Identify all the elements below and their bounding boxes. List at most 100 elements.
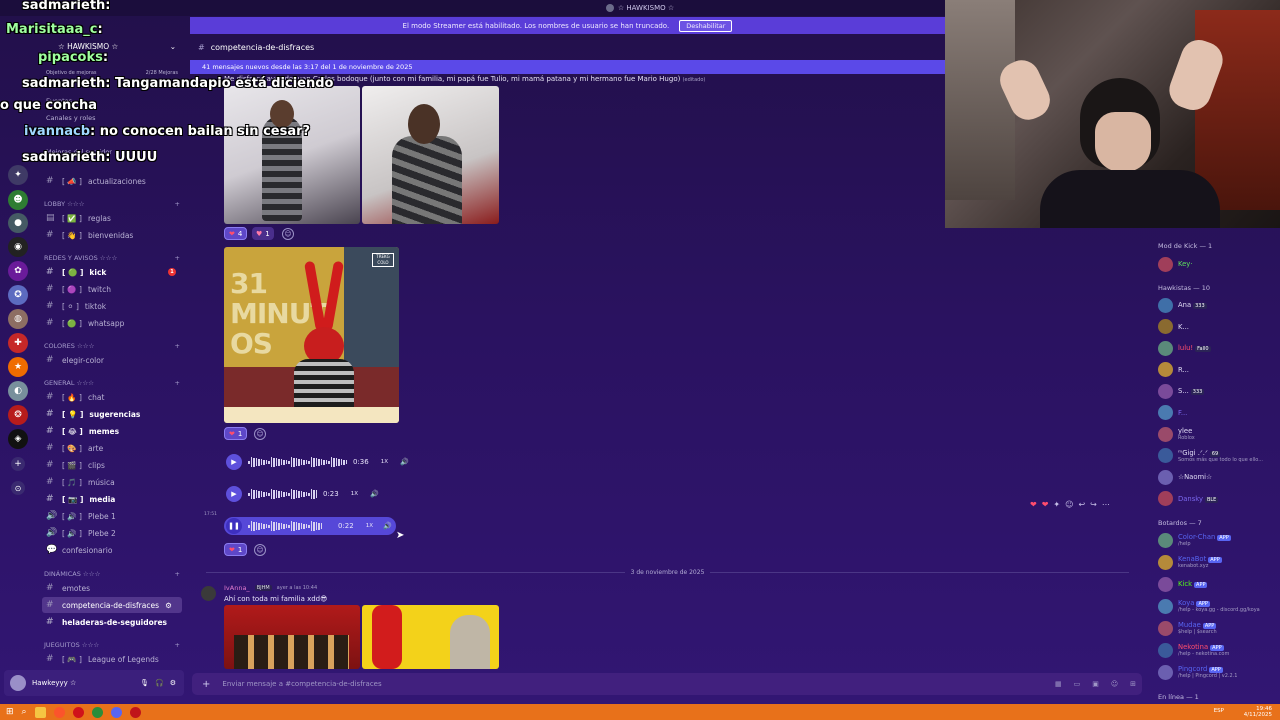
channel-actualizaciones[interactable]: # [ 📣 ] actualizaciones [42,173,182,189]
server-icon-12[interactable]: ◈ [8,429,28,449]
message-input[interactable]: Enviar mensaje a #competencia-de-disfrac… [222,680,381,688]
member-item[interactable]: K... [1158,318,1278,336]
channel-media[interactable]: # [ 📷 ] media [42,491,182,507]
channel-arte[interactable]: # [ 🎨 ] arte [42,440,182,456]
heart-react-icon-2[interactable]: ❤ [1042,500,1049,509]
channel-reglas[interactable]: ▤ [ ✅ ] reglas [42,210,182,226]
volume-icon[interactable]: 🔊 [383,522,392,530]
server-icon-5[interactable]: ✿ [8,261,28,281]
channel-league[interactable]: # [ 🎮 ] League of Legends [42,651,182,667]
server-icon-11[interactable]: ❂ [8,405,28,425]
channel-whatsapp[interactable]: # [ 🟢 ] whatsapp [42,315,182,331]
message-avatar[interactable] [201,586,216,601]
attachment-image-3[interactable] [224,605,360,669]
forward-icon[interactable]: ↪ [1090,500,1097,509]
member-item[interactable]: R... [1158,361,1278,379]
waveform[interactable] [248,457,347,467]
server-icon-2[interactable]: ☻ [8,190,28,210]
reaction-heart-2[interactable]: ♥ 1 [252,227,274,240]
channel-chat[interactable]: # [ 🔥 ] chat [42,389,182,405]
member-item[interactable]: Ana 333 [1158,296,1278,314]
add-reaction-icon[interactable]: ☺ [254,428,266,440]
plus-icon[interactable]: + [202,679,210,690]
member-item[interactable]: Pingcord APP/help | Pingcord | v2.2.1 [1158,663,1278,681]
member-item[interactable]: lulu! Fall0 [1158,339,1278,357]
member-item[interactable]: Nekotina APP/help - nekotina.com [1158,641,1278,659]
headphones-icon[interactable]: 🎧 [155,679,164,687]
add-reaction-icon[interactable]: ☺ [282,228,294,240]
emoji-react-icon[interactable]: ✦ [1053,500,1060,509]
windows-start-icon[interactable]: ⊞ [6,707,14,717]
heart-react-icon[interactable]: ❤ [1030,500,1037,509]
member-item[interactable]: ☆Naomi☆ [1158,468,1278,486]
add-server-icon[interactable]: + [11,457,25,471]
attachment-image-4[interactable] [362,605,499,669]
attachment-image-2[interactable] [362,86,499,224]
add-reaction-icon[interactable]: ☺ [254,544,266,556]
add-member-icon[interactable]: ⚙ [165,601,172,610]
clock-date[interactable]: 4/11/2025 [1244,712,1272,718]
server-icon-4[interactable]: ◉ [8,237,28,257]
play-icon[interactable]: ▶ [226,454,242,470]
waveform[interactable] [248,521,322,531]
channel-confesionario[interactable]: 💬 confesionario [42,542,182,558]
channel-bienvenidas[interactable]: # [ 👋 ] bienvenidas [42,227,182,243]
member-item[interactable]: Mudae APP $help | $search [1158,619,1278,637]
channel-emotes[interactable]: # emotes [42,580,182,596]
search-icon[interactable]: ⌕ [22,707,27,717]
reaction-heart[interactable]: ❤ 4 [224,227,248,240]
playback-speed-button[interactable]: 1X [381,459,388,465]
voice-plebe-2[interactable]: 🔊 [ 🔊 ] Plebe 2 [42,525,182,541]
member-item[interactable]: S... 333 [1158,382,1278,400]
play-icon[interactable]: ▶ [226,486,242,502]
gift-icon[interactable]: ▦ [1055,680,1062,688]
disable-streamer-button[interactable]: Deshabilitar [679,19,733,32]
server-icon-10[interactable]: ◐ [8,381,28,401]
server-icon-9[interactable]: ★ [8,357,28,377]
reply-icon[interactable]: ↩ [1078,500,1085,509]
language-indicator[interactable]: ESP [1214,708,1224,714]
gear-icon[interactable]: ⚙ [170,679,176,687]
obs-icon[interactable] [129,706,141,718]
member-item[interactable]: Dansky BLE [1158,490,1278,508]
member-item[interactable]: Koya APP/help - koya.gg - discord.gg/koya [1158,597,1278,615]
emoji-icon[interactable]: ☺ [1111,680,1118,688]
server-icon-6[interactable]: ✪ [8,285,28,305]
playback-speed-button[interactable]: 1X [351,491,358,497]
voice-plebe-1[interactable]: 🔊 [ 🔊 ] Plebe 1 [42,508,182,524]
channel-heladeras[interactable]: # heladeras-de-seguidores [42,614,182,630]
message-composer[interactable]: + Enviar mensaje a #competencia-de-disfr… [192,673,1142,695]
server-icon-3[interactable]: ● [8,213,28,233]
playback-speed-button[interactable]: 1X [366,523,373,529]
explorer-icon[interactable] [34,706,46,718]
apps-icon[interactable]: ⊞ [1130,680,1136,688]
volume-icon[interactable]: 🔊 [370,490,379,498]
channel-tiktok[interactable]: # [ ⚪ ] tiktok [42,298,182,314]
mic-icon[interactable]: 🎙 [140,679,149,687]
channel-memes[interactable]: # [ 😂 ] memes [42,423,182,439]
channel-musica[interactable]: # [ 🎵 ] música [42,474,182,490]
author-name[interactable]: IvAnna_ [224,584,250,592]
member-item[interactable]: F... [1158,404,1278,422]
channel-sugerencias[interactable]: # [ 💡 ] sugerencias [42,406,182,422]
reaction-heart-audio[interactable]: ❤ 1 [224,543,248,556]
member-item[interactable]: Kick APP [1158,575,1278,593]
more-icon[interactable]: ⋯ [1102,500,1110,509]
opera-icon[interactable] [72,706,84,718]
brave-icon[interactable] [53,706,65,718]
chrome-icon[interactable] [91,706,103,718]
channel-elegir-color[interactable]: # elegir-color [42,352,182,368]
waveform[interactable] [248,489,317,499]
volume-icon[interactable]: 🔊 [400,458,409,466]
channel-clips[interactable]: # [ 🎬 ] clips [42,457,182,473]
member-item[interactable]: Key· [1158,255,1278,273]
server-icon-7[interactable]: ◍ [8,309,28,329]
member-item[interactable]: ylee Roblox [1158,425,1278,443]
explore-icon[interactable]: ⊙ [11,481,25,495]
member-item[interactable]: KenaBot APP kenabot.xyz [1158,553,1278,571]
reaction-heart-video[interactable]: ❤ 1 [224,427,248,440]
video-attachment[interactable]: 31 MINUTOS TREKG COLO [224,247,399,423]
avatar[interactable] [10,675,26,691]
server-icon-8[interactable]: ✚ [8,333,28,353]
channel-twitch[interactable]: # [ 🟣 ] twitch [42,281,182,297]
